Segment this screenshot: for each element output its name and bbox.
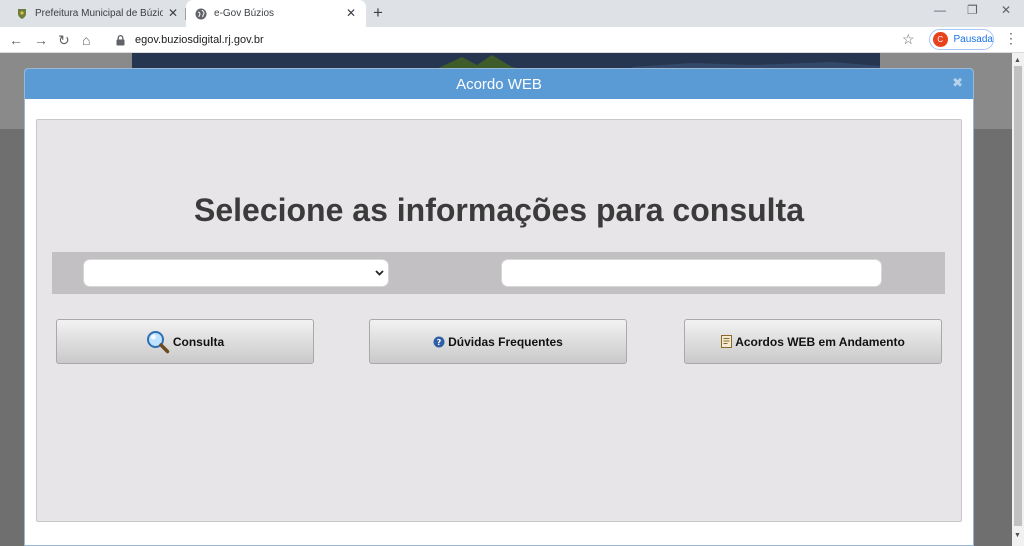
search-input[interactable]: [501, 259, 882, 287]
tab-prefeitura[interactable]: Prefeitura Municipal de Búzios - P ✕: [0, 0, 186, 27]
consulta-label: Consulta: [172, 334, 225, 349]
browser-toolbar: ← → ↻ ⌂ egov.buziosdigital.rj.gov.br ☆ C…: [0, 27, 1024, 53]
consulta-button[interactable]: Consulta: [56, 319, 314, 364]
acordos-label: Acordos WEB em Andamento: [735, 334, 905, 349]
page-title: Selecione as informações para consulta: [193, 192, 804, 228]
profile-button[interactable]: C Pausada: [929, 29, 994, 50]
svg-text:?: ?: [437, 338, 442, 347]
home-icon[interactable]: ⌂: [82, 31, 90, 49]
browser-tab-strip: Prefeitura Municipal de Búzios - P ✕ e-G…: [0, 0, 1024, 27]
duvidas-label: Dúvidas Frequentes: [448, 334, 563, 349]
modal-title: Acordo WEB: [456, 75, 542, 93]
close-tab-icon[interactable]: ✕: [168, 6, 178, 20]
lock-icon: [113, 33, 127, 47]
acordos-andamento-button[interactable]: Acordos WEB em Andamento: [684, 319, 942, 364]
close-window-icon[interactable]: ✕: [1001, 3, 1011, 17]
new-tab-icon[interactable]: +: [373, 3, 383, 23]
document-icon: [721, 335, 733, 348]
profile-status: Pausada: [953, 34, 993, 45]
globe-icon: [195, 8, 207, 20]
info-type-select[interactable]: [83, 259, 389, 287]
minimize-icon[interactable]: —: [934, 3, 946, 17]
reload-icon[interactable]: ↻: [58, 31, 70, 49]
tab-egov[interactable]: e-Gov Búzios ✕: [186, 0, 366, 27]
scroll-up-icon[interactable]: ▲: [1014, 57, 1021, 64]
acordo-web-modal: Acordo WEB ✖ Selecione as informações pa…: [24, 68, 974, 546]
chevron-down-icon: [374, 266, 384, 280]
menu-kebab-icon[interactable]: ⋮: [1004, 30, 1018, 47]
help-icon: ?: [433, 336, 445, 348]
scrollbar-thumb[interactable]: [1014, 66, 1022, 526]
address-bar[interactable]: egov.buziosdigital.rj.gov.br: [105, 30, 925, 50]
magnifier-icon: [146, 330, 170, 354]
avatar: C: [933, 32, 948, 47]
modal-header: Acordo WEB ✖: [25, 69, 973, 99]
back-icon[interactable]: ←: [9, 31, 23, 49]
duvidas-frequentes-button[interactable]: ? Dúvidas Frequentes: [369, 319, 627, 364]
close-tab-icon[interactable]: ✕: [346, 6, 356, 20]
crest-favicon-icon: [16, 8, 28, 20]
filter-bar: [52, 252, 945, 294]
tab-title: Prefeitura Municipal de Búzios - P: [35, 8, 163, 19]
forward-icon[interactable]: →: [34, 31, 48, 49]
close-icon[interactable]: ✖: [952, 75, 963, 91]
scroll-down-icon[interactable]: ▼: [1014, 532, 1021, 539]
url-text: egov.buziosdigital.rj.gov.br: [135, 34, 264, 46]
restore-icon[interactable]: ❐: [967, 3, 978, 17]
tab-title: e-Gov Búzios: [214, 8, 275, 19]
bookmark-star-icon[interactable]: ☆: [902, 31, 915, 48]
search-panel: Selecione as informações para consulta C…: [36, 119, 962, 522]
